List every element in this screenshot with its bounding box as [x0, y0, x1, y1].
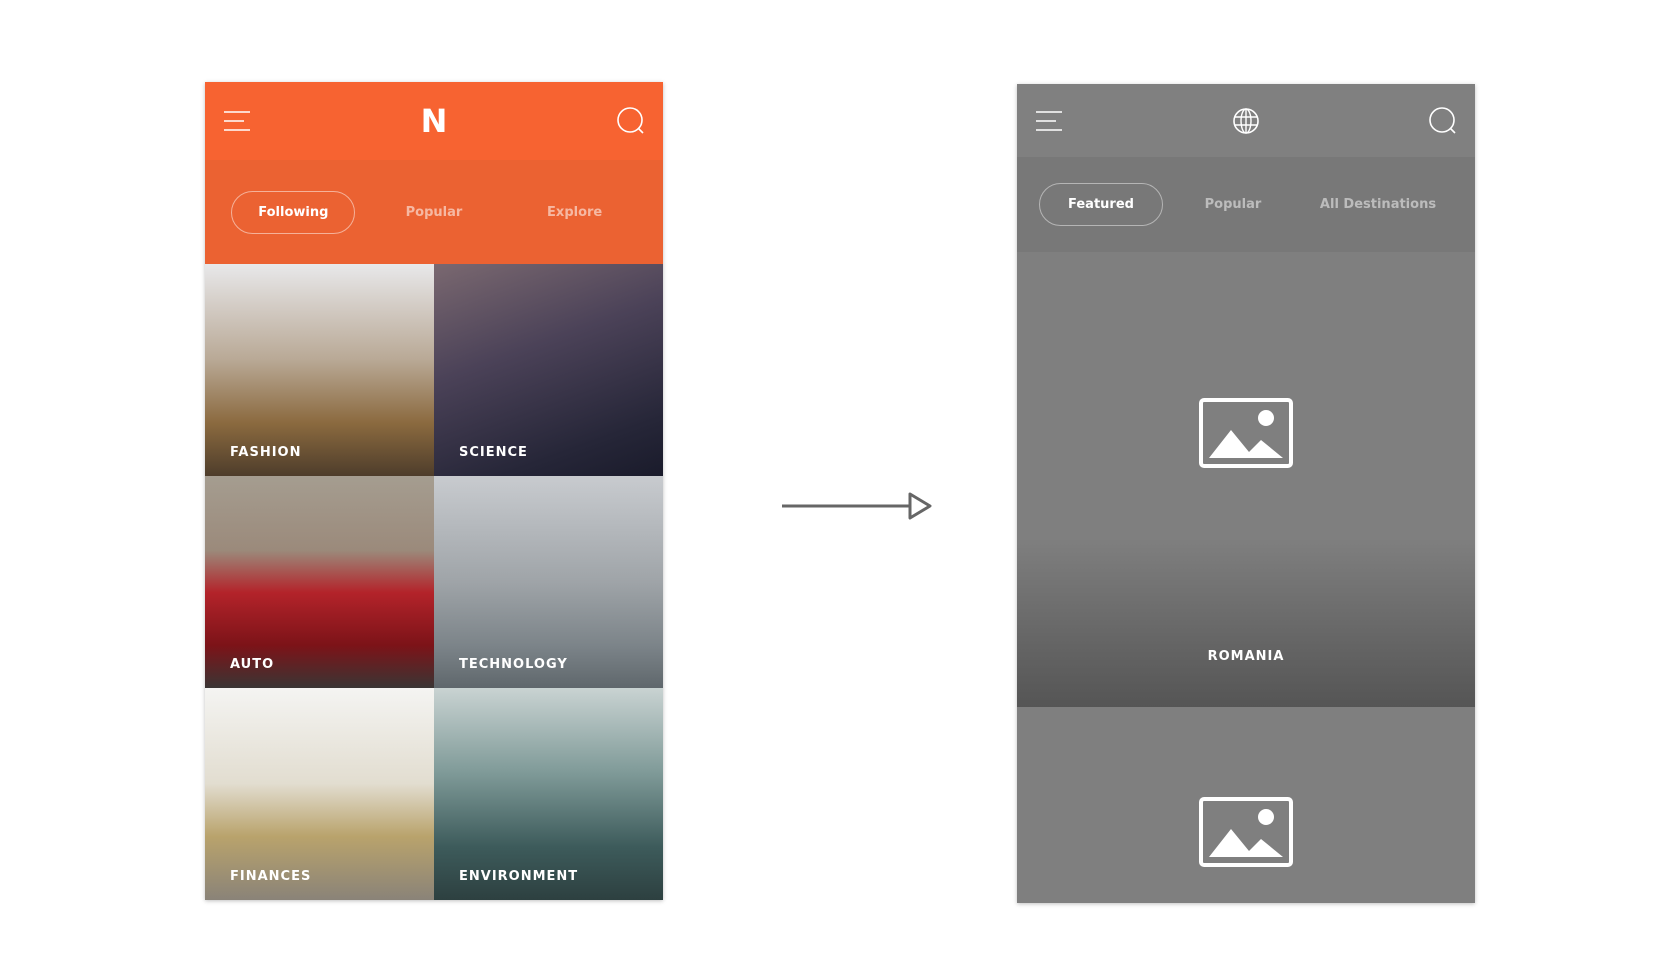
category-tile-auto[interactable]: AUTO — [205, 476, 434, 688]
category-label: AUTO — [230, 657, 275, 672]
category-tile-fashion[interactable]: FASHION — [205, 264, 434, 476]
destination-card[interactable]: ROMANIA — [1017, 252, 1475, 707]
category-label: FASHION — [230, 445, 302, 460]
tab-bar: Featured Popular All Destinations — [1017, 157, 1475, 252]
globe-icon — [1233, 107, 1259, 134]
category-tile-technology[interactable]: TECHNOLOGY — [434, 476, 663, 688]
tab-bar: Following Popular Explore — [205, 160, 663, 264]
app-logo: N — [420, 102, 448, 140]
image-placeholder-icon — [1199, 398, 1293, 468]
tab-featured[interactable]: Featured — [1039, 183, 1163, 226]
tab-explore[interactable]: Explore — [513, 191, 637, 234]
destination-title: ROMANIA — [1207, 649, 1285, 664]
hamburger-icon[interactable] — [1035, 110, 1063, 132]
category-label: ENVIRONMENT — [459, 869, 579, 884]
tab-following[interactable]: Following — [231, 190, 356, 234]
tab-popular[interactable]: Popular — [372, 191, 496, 234]
category-label: FINANCES — [230, 869, 312, 884]
category-tile-science[interactable]: SCIENCE — [434, 264, 663, 476]
tab-popular[interactable]: Popular — [1171, 183, 1295, 226]
app-header: N — [205, 82, 663, 160]
image-placeholder-icon — [1199, 797, 1293, 867]
destination-card[interactable] — [1017, 707, 1475, 903]
hamburger-icon[interactable] — [223, 110, 251, 132]
arrow-right-icon — [782, 492, 932, 520]
tab-all-destinations[interactable]: All Destinations — [1303, 183, 1453, 226]
category-tile-environment[interactable]: ENVIRONMENT — [434, 688, 663, 900]
original-app-screen: N Following Popular Explore FASHION SCIE… — [205, 82, 663, 900]
search-icon[interactable] — [617, 107, 645, 135]
wireframe-app-screen: Featured Popular All Destinations ROMANI… — [1017, 84, 1475, 903]
category-tile-finances[interactable]: FINANCES — [205, 688, 434, 900]
search-icon[interactable] — [1429, 106, 1457, 135]
category-label: TECHNOLOGY — [459, 657, 568, 672]
app-header — [1017, 84, 1475, 157]
category-label: SCIENCE — [459, 445, 528, 460]
